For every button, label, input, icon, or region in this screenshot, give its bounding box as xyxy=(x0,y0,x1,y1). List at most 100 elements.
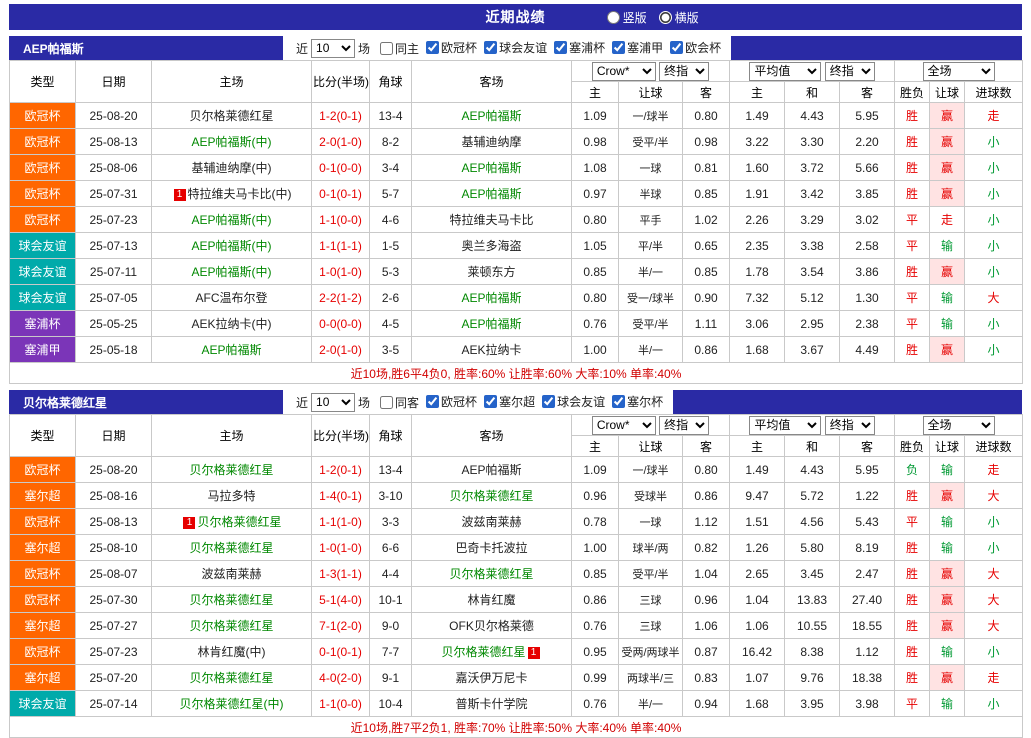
away-team[interactable]: 林肯红魔 xyxy=(467,593,515,607)
home-team[interactable]: 贝尔格莱德红星(中) xyxy=(180,697,284,711)
same-venue-checkbox[interactable] xyxy=(380,42,393,55)
match-score[interactable]: 1-3(1-1) xyxy=(312,561,370,587)
match-score[interactable]: 1-2(0-1) xyxy=(312,103,370,129)
away-team[interactable]: 巴奇卡托波拉 xyxy=(455,541,527,555)
home-team[interactable]: 贝尔格莱德红星 xyxy=(189,541,273,555)
odds-provider-select[interactable]: Crow* xyxy=(592,416,656,435)
league-filter-checkbox[interactable] xyxy=(542,395,555,408)
match-score[interactable]: 2-0(1-0) xyxy=(312,337,370,363)
away-team[interactable]: AEP帕福斯 xyxy=(461,463,521,477)
away-team[interactable]: 波兹南莱赫 xyxy=(461,515,521,529)
vertical-layout-radio[interactable] xyxy=(607,11,620,24)
avg-odds-select[interactable]: 平均值 xyxy=(749,416,821,435)
league-filter-checkbox[interactable] xyxy=(670,41,683,54)
away-team[interactable]: 嘉沃伊万尼卡 xyxy=(455,671,527,685)
avg-odds-select[interactable]: 平均值 xyxy=(749,62,821,81)
match-score[interactable]: 4-0(2-0) xyxy=(312,665,370,691)
odds-home: 0.76 xyxy=(572,613,619,639)
home-team[interactable]: AEP帕福斯(中) xyxy=(191,265,271,279)
away-team[interactable]: AEP帕福斯 xyxy=(461,161,521,175)
league-filter-checkbox[interactable] xyxy=(612,395,625,408)
match-score[interactable]: 1-0(1-0) xyxy=(312,259,370,285)
layout-option-vertical[interactable]: 竖版 xyxy=(607,9,647,26)
avg-away: 3.85 xyxy=(840,181,895,207)
away-team[interactable]: 基辅迪纳摩 xyxy=(461,135,521,149)
match-score[interactable]: 1-1(1-0) xyxy=(312,509,370,535)
away-team[interactable]: 普斯卡什学院 xyxy=(455,697,527,711)
league-filter[interactable]: 欧冠杯 xyxy=(426,39,477,56)
match-score[interactable]: 0-1(0-1) xyxy=(312,639,370,665)
league-filter[interactable]: 塞浦杯 xyxy=(554,39,605,56)
league-filter[interactable]: 球会友谊 xyxy=(484,39,547,56)
match-score[interactable]: 7-1(2-0) xyxy=(312,613,370,639)
away-team[interactable]: AEP帕福斯 xyxy=(461,109,521,123)
same-venue-filter[interactable]: 同主 xyxy=(380,40,419,57)
match-score[interactable]: 0-1(0-0) xyxy=(312,155,370,181)
home-team[interactable]: AEP帕福斯(中) xyxy=(191,213,271,227)
match-score[interactable]: 1-4(0-1) xyxy=(312,483,370,509)
away-team[interactable]: AEP帕福斯 xyxy=(461,317,521,331)
same-venue-filter[interactable]: 同客 xyxy=(380,394,419,411)
same-venue-checkbox[interactable] xyxy=(380,396,393,409)
league-filter-checkbox[interactable] xyxy=(484,41,497,54)
league-filter-checkbox[interactable] xyxy=(426,41,439,54)
away-team[interactable]: AEP帕福斯 xyxy=(461,291,521,305)
home-team[interactable]: 贝尔格莱德红星 xyxy=(189,593,273,607)
home-team[interactable]: AFC温布尔登 xyxy=(195,291,267,305)
away-team[interactable]: 特拉维夫马卡比 xyxy=(449,213,533,227)
league-filter[interactable]: 塞尔杯 xyxy=(612,393,663,410)
layout-option-horizontal[interactable]: 横版 xyxy=(659,9,699,26)
fulltime-select[interactable]: 全场 xyxy=(923,62,995,81)
match-score[interactable]: 1-1(0-0) xyxy=(312,207,370,233)
league-filter-checkbox[interactable] xyxy=(426,395,439,408)
match-count-select[interactable]: 10 xyxy=(311,39,355,58)
fulltime-select[interactable]: 全场 xyxy=(923,416,995,435)
match-score[interactable]: 1-2(0-1) xyxy=(312,457,370,483)
home-team[interactable]: 基辅迪纳摩(中) xyxy=(192,161,272,175)
match-score[interactable]: 1-1(1-1) xyxy=(312,233,370,259)
home-team[interactable]: 马拉多特 xyxy=(207,489,255,503)
odds-provider-final-select[interactable]: 终指 xyxy=(659,416,709,435)
league-filter[interactable]: 球会友谊 xyxy=(542,393,605,410)
match-count-select[interactable]: 10 xyxy=(311,393,355,412)
home-team[interactable]: 特拉维夫马卡比(中) xyxy=(188,187,292,201)
home-team[interactable]: 波兹南莱赫 xyxy=(201,567,261,581)
match-score[interactable]: 5-1(4-0) xyxy=(312,587,370,613)
league-filter[interactable]: 塞尔超 xyxy=(484,393,535,410)
match-score[interactable]: 2-2(1-2) xyxy=(312,285,370,311)
league-filter-checkbox[interactable] xyxy=(484,395,497,408)
match-score[interactable]: 2-0(1-0) xyxy=(312,129,370,155)
home-team[interactable]: 贝尔格莱德红星 xyxy=(189,671,273,685)
home-team[interactable]: AEP帕福斯(中) xyxy=(191,239,271,253)
avg-final-select[interactable]: 终指 xyxy=(825,62,875,81)
league-filter[interactable]: 塞浦甲 xyxy=(612,39,663,56)
match-score[interactable]: 0-0(0-0) xyxy=(312,311,370,337)
match-score[interactable]: 1-1(0-0) xyxy=(312,691,370,717)
away-team[interactable]: OFK贝尔格莱德 xyxy=(449,619,534,633)
match-score[interactable]: 1-0(1-0) xyxy=(312,535,370,561)
away-team[interactable]: 贝尔格莱德红星 xyxy=(449,567,533,581)
home-team[interactable]: 林肯红魔(中) xyxy=(198,645,266,659)
horizontal-layout-radio[interactable] xyxy=(659,11,672,24)
match-score[interactable]: 0-1(0-1) xyxy=(312,181,370,207)
league-filter[interactable]: 欧冠杯 xyxy=(426,393,477,410)
away-team[interactable]: 贝尔格莱德红星 xyxy=(441,645,525,659)
home-team[interactable]: 贝尔格莱德红星 xyxy=(189,463,273,477)
away-team[interactable]: AEP帕福斯 xyxy=(461,187,521,201)
away-team[interactable]: 奥兰多海盗 xyxy=(461,239,521,253)
home-team[interactable]: AEP帕福斯(中) xyxy=(191,135,271,149)
avg-final-select[interactable]: 终指 xyxy=(825,416,875,435)
away-team[interactable]: 莱顿东方 xyxy=(467,265,515,279)
home-team[interactable]: AEP帕福斯 xyxy=(201,343,261,357)
odds-provider-select[interactable]: Crow* xyxy=(592,62,656,81)
league-filter-checkbox[interactable] xyxy=(554,41,567,54)
home-team[interactable]: 贝尔格莱德红星 xyxy=(189,619,273,633)
away-team[interactable]: AEK拉纳卡 xyxy=(461,343,521,357)
home-team[interactable]: 贝尔格莱德红星 xyxy=(189,109,273,123)
home-team[interactable]: AEK拉纳卡(中) xyxy=(191,317,271,331)
league-filter[interactable]: 欧会杯 xyxy=(670,39,721,56)
home-team[interactable]: 贝尔格莱德红星 xyxy=(197,515,281,529)
away-team[interactable]: 贝尔格莱德红星 xyxy=(449,489,533,503)
odds-provider-final-select[interactable]: 终指 xyxy=(659,62,709,81)
league-filter-checkbox[interactable] xyxy=(612,41,625,54)
